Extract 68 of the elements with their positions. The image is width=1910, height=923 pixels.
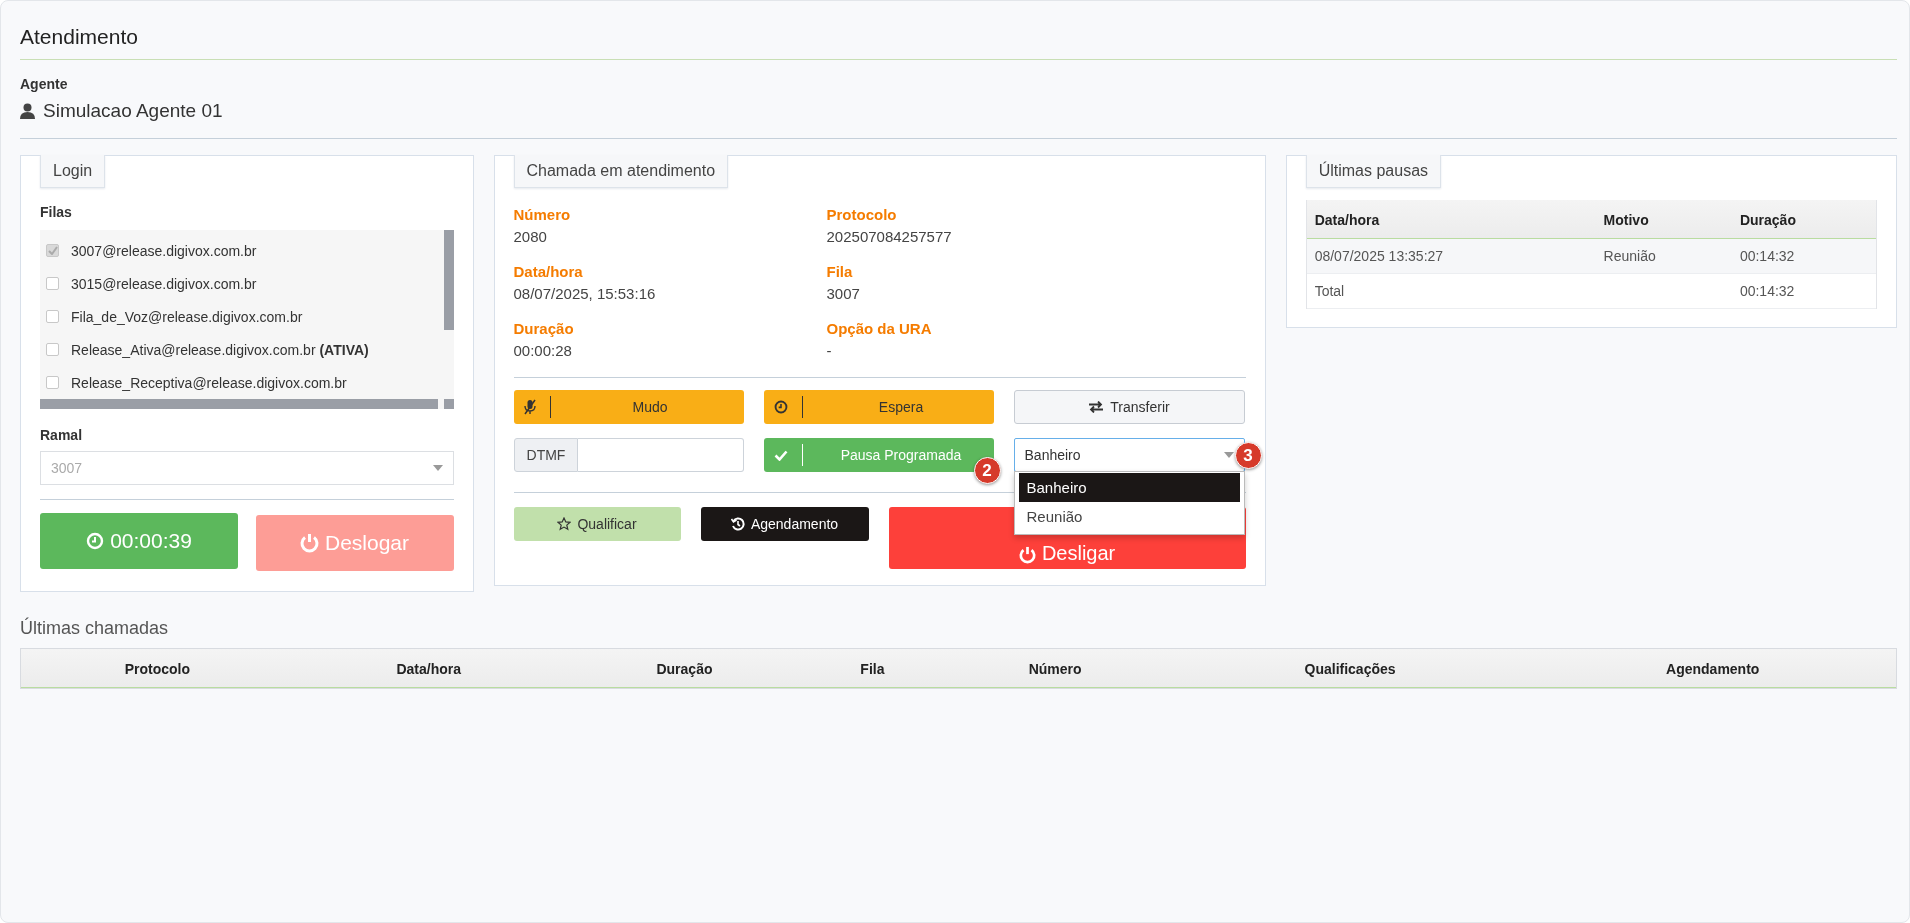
dtmf-input[interactable] [578, 438, 744, 472]
table-cell: 00:14:32 [1731, 238, 1876, 274]
field-value: 2080 [513, 228, 548, 245]
star-icon [557, 517, 572, 531]
field-value: 08/07/2025, 15:53:16 [513, 285, 657, 302]
transfer-button[interactable]: Transferir [1013, 390, 1245, 424]
scrollbar[interactable] [40, 399, 438, 409]
field-value: 00:00:28 [513, 342, 573, 359]
hold-button[interactable]: Espera [763, 390, 994, 424]
column-header: Duração [563, 649, 806, 688]
queue-label: Release_Ativa@release.digivox.com.br (ATIVA) [71, 341, 369, 358]
column-header: Data/hora [293, 649, 564, 688]
scrollbar-corner [443, 399, 454, 409]
clock-icon [86, 532, 105, 550]
queue-label: Fila_de_Voz@release.digivox.com.br [71, 308, 303, 325]
field-value: - [826, 342, 833, 359]
history-icon [730, 517, 745, 531]
column-header: Número [939, 649, 1171, 688]
page-title: Atendimento [20, 25, 1897, 60]
queues-label: Filas [40, 204, 73, 220]
qualify-button[interactable]: Qualificar [513, 507, 681, 541]
queue-checkbox[interactable] [46, 244, 59, 257]
field-label: Duração [513, 320, 575, 337]
pauses-legend: Últimas pausas [1305, 155, 1442, 188]
column-header: Motivo [1595, 200, 1732, 239]
column-header: Qualificações [1170, 649, 1530, 688]
login-legend: Login [40, 155, 106, 188]
field-label: Número [513, 206, 572, 223]
table-cell: Reunião [1595, 238, 1732, 274]
power-icon [1018, 546, 1036, 564]
field-label: Fila [826, 263, 854, 280]
queue-checkbox[interactable] [46, 277, 59, 290]
power-icon [300, 533, 319, 553]
agent-name: Simulacao Agente 01 [43, 100, 223, 122]
section-title: Últimas chamadas [20, 618, 170, 639]
column-header: Duração [1731, 200, 1876, 239]
queue-checkbox[interactable] [46, 376, 59, 389]
user-icon [20, 103, 35, 119]
agent-label: Agente [20, 76, 69, 92]
step-badge: 2 [973, 457, 1001, 484]
queue-label: 3007@release.digivox.com.br [71, 242, 257, 259]
queue-checkbox[interactable] [46, 343, 59, 356]
clock-icon [773, 400, 788, 414]
column-header: Agendamento [1529, 649, 1896, 688]
field-value: 202507084257577 [826, 228, 953, 245]
field-label: Data/hora [513, 263, 584, 280]
column-header: Protocolo [21, 649, 294, 688]
table-cell: 08/07/2025 13:35:27 [1306, 238, 1596, 274]
mute-button[interactable]: Mudo [513, 390, 744, 424]
field-value: 3007 [826, 285, 861, 302]
schedule-button[interactable]: Agendamento [700, 507, 869, 541]
table-cell: 00:14:32 [1731, 273, 1876, 309]
field-label: Opção da URA [826, 320, 933, 337]
queue-checkbox[interactable] [46, 310, 59, 323]
queue-label: 3015@release.digivox.com.br [71, 275, 257, 292]
extension-label: Ramal [40, 427, 84, 443]
scrollbar[interactable] [443, 230, 454, 330]
queue-label: Release_Receptiva@release.digivox.com.br [71, 374, 347, 391]
dtmf-label: DTMF [513, 438, 579, 472]
check-icon [773, 449, 788, 461]
transfer-icon [1088, 401, 1105, 413]
column-header: Fila [805, 649, 940, 688]
column-header: Data/hora [1306, 200, 1596, 239]
call-legend: Chamada em atendimento [513, 155, 729, 188]
field-label: Protocolo [826, 206, 898, 223]
dropdown-option[interactable]: Banheiro [1018, 473, 1240, 502]
mute-icon [523, 399, 536, 415]
table-cell: Total [1306, 273, 1596, 309]
